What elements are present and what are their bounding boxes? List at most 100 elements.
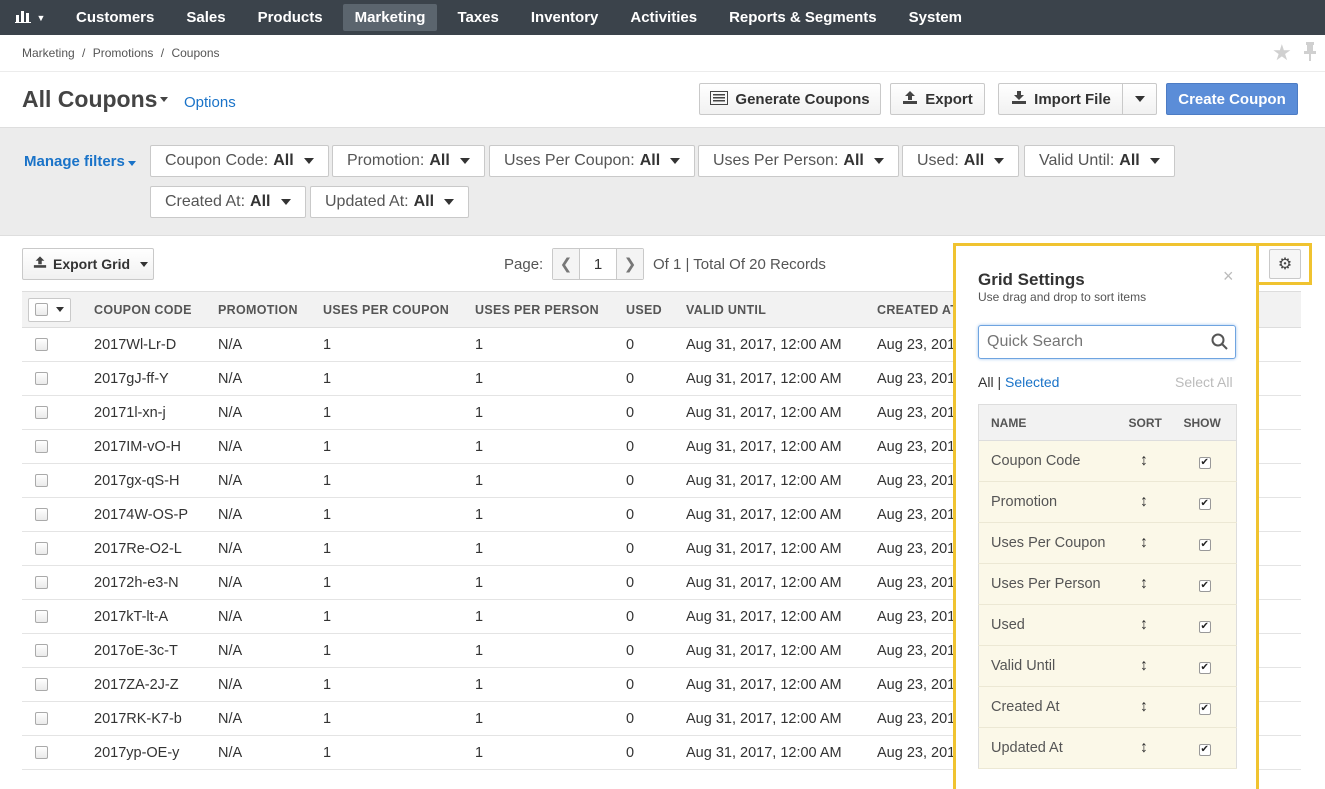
- options-link[interactable]: Options: [184, 94, 236, 111]
- star-icon[interactable]: ★: [1272, 42, 1294, 64]
- show-column-checkbox[interactable]: ✔: [1198, 539, 1211, 551]
- nav-customers[interactable]: Customers: [60, 0, 170, 35]
- row-select-cell: [22, 361, 84, 396]
- search-icon[interactable]: [1211, 333, 1228, 355]
- row-checkbox[interactable]: [35, 746, 48, 760]
- upload-icon: [33, 256, 47, 272]
- valid-until-cell: Aug 31, 2017, 12:00 AM: [676, 599, 867, 634]
- nav-marketing[interactable]: Marketing: [342, 4, 438, 31]
- drag-handle-icon[interactable]: ↕: [1114, 727, 1174, 769]
- gs-header-sort: SORT: [1114, 404, 1174, 441]
- drag-handle-icon[interactable]: ↕: [1114, 563, 1174, 605]
- nav-reports-segments[interactable]: Reports & Segments: [713, 0, 893, 35]
- column-header-uses-per-person[interactable]: USES PER PERSON: [465, 291, 616, 328]
- quick-search-field[interactable]: [978, 325, 1236, 359]
- prev-page-button[interactable]: ❮: [553, 249, 579, 279]
- chevron-down-icon[interactable]: [160, 97, 168, 102]
- column-header-promotion[interactable]: PROMOTION: [208, 291, 313, 328]
- filter-uses-per-coupon[interactable]: Uses Per Coupon: All: [489, 145, 696, 177]
- grid-settings-button[interactable]: ⚙: [1269, 249, 1301, 279]
- gs-column-name: Used: [978, 604, 1115, 646]
- filter-uses-per-person[interactable]: Uses Per Person: All: [698, 145, 899, 177]
- export-button[interactable]: Export: [890, 83, 985, 115]
- row-checkbox[interactable]: [35, 440, 48, 454]
- row-checkbox[interactable]: [35, 338, 48, 352]
- grid-settings-row[interactable]: Uses Per Coupon ↕ ✔: [978, 522, 1237, 564]
- column-header-coupon-code[interactable]: COUPON CODE: [84, 291, 208, 328]
- column-header-uses-per-coupon[interactable]: USES PER COUPON: [313, 291, 465, 328]
- drag-handle-icon[interactable]: ↕: [1114, 522, 1174, 564]
- row-checkbox[interactable]: [35, 576, 48, 590]
- grid-settings-row[interactable]: Coupon Code ↕ ✔: [978, 440, 1237, 482]
- show-column-checkbox[interactable]: ✔: [1198, 662, 1211, 674]
- row-checkbox[interactable]: [35, 678, 48, 692]
- show-column-checkbox[interactable]: ✔: [1198, 498, 1211, 510]
- filter-valid-until[interactable]: Valid Until: All: [1024, 145, 1175, 177]
- next-page-button[interactable]: ❯: [617, 249, 643, 279]
- generate-coupons-button[interactable]: Generate Coupons: [699, 83, 881, 115]
- row-checkbox[interactable]: [35, 474, 48, 488]
- nav-products[interactable]: Products: [242, 0, 339, 35]
- nav-taxes[interactable]: Taxes: [441, 0, 514, 35]
- drag-handle-icon[interactable]: ↕: [1114, 686, 1174, 728]
- nav-activities[interactable]: Activities: [614, 0, 713, 35]
- row-select-cell: [22, 497, 84, 532]
- filter-all-link[interactable]: All: [978, 374, 994, 390]
- filter-used[interactable]: Used: All: [902, 145, 1020, 177]
- grid-settings-row[interactable]: Valid Until ↕ ✔: [978, 645, 1237, 687]
- drag-handle-icon[interactable]: ↕: [1114, 440, 1174, 482]
- grid-settings-row[interactable]: Uses Per Person ↕ ✔: [978, 563, 1237, 605]
- breadcrumb-promotions[interactable]: Promotions: [93, 46, 154, 60]
- filter-promotion[interactable]: Promotion: All: [332, 145, 485, 177]
- show-column-checkbox[interactable]: ✔: [1198, 703, 1211, 715]
- filter-all-selected: All | Selected: [978, 374, 1059, 390]
- column-header-valid-until[interactable]: VALID UNTIL: [676, 291, 867, 328]
- select-all-checkbox[interactable]: [35, 303, 48, 316]
- dashboard-menu-button[interactable]: ▼: [0, 0, 60, 35]
- nav-inventory[interactable]: Inventory: [515, 0, 615, 35]
- show-column-checkbox[interactable]: ✔: [1198, 580, 1211, 592]
- drag-handle-icon[interactable]: ↕: [1114, 481, 1174, 523]
- page-number-input[interactable]: 1: [579, 249, 617, 279]
- import-file-button[interactable]: Import File: [998, 83, 1123, 115]
- show-column-checkbox[interactable]: ✔: [1198, 621, 1211, 633]
- quick-search-input[interactable]: [979, 326, 1199, 358]
- grid-settings-row[interactable]: Used ↕ ✔: [978, 604, 1237, 646]
- grid-settings-header-row: NAME SORT SHOW: [978, 404, 1237, 441]
- select-all-link[interactable]: Select All: [1175, 374, 1233, 390]
- nav-system[interactable]: System: [893, 0, 978, 35]
- pin-icon[interactable]: [1303, 42, 1325, 64]
- create-coupon-button[interactable]: Create Coupon: [1166, 83, 1298, 115]
- show-column-checkbox[interactable]: ✔: [1198, 744, 1211, 756]
- export-grid-button[interactable]: Export Grid: [22, 248, 154, 280]
- manage-filters-link[interactable]: Manage filters: [24, 153, 125, 170]
- nav-sales[interactable]: Sales: [170, 0, 241, 35]
- row-checkbox[interactable]: [35, 610, 48, 624]
- row-checkbox[interactable]: [35, 712, 48, 726]
- breadcrumb: Marketing / Promotions / Coupons: [22, 46, 224, 60]
- row-checkbox[interactable]: [35, 508, 48, 522]
- select-all-dropdown[interactable]: [28, 297, 71, 322]
- coupon-code-cell: 2017kT-lt-A: [84, 599, 208, 634]
- row-checkbox[interactable]: [35, 406, 48, 420]
- chevron-down-icon[interactable]: [128, 161, 136, 166]
- row-checkbox[interactable]: [35, 542, 48, 556]
- breadcrumb-marketing[interactable]: Marketing: [22, 46, 75, 60]
- filter-created-at[interactable]: Created At: All: [150, 186, 306, 218]
- grid-settings-row[interactable]: Created At ↕ ✔: [978, 686, 1237, 728]
- show-column-cell: ✔: [1173, 727, 1237, 769]
- drag-handle-icon[interactable]: ↕: [1114, 645, 1174, 687]
- page-title[interactable]: All Coupons: [22, 86, 157, 113]
- column-header-used[interactable]: USED: [616, 291, 676, 328]
- filter-selected-link[interactable]: Selected: [1005, 374, 1059, 390]
- close-icon[interactable]: ×: [1223, 266, 1234, 287]
- show-column-checkbox[interactable]: ✔: [1198, 457, 1211, 469]
- drag-handle-icon[interactable]: ↕: [1114, 604, 1174, 646]
- filter-coupon-code[interactable]: Coupon Code: All: [150, 145, 329, 177]
- grid-settings-row[interactable]: Updated At ↕ ✔: [978, 727, 1237, 769]
- import-options-button[interactable]: [1122, 83, 1157, 115]
- grid-settings-row[interactable]: Promotion ↕ ✔: [978, 481, 1237, 523]
- row-checkbox[interactable]: [35, 372, 48, 386]
- row-checkbox[interactable]: [35, 644, 48, 658]
- filter-updated-at[interactable]: Updated At: All: [310, 186, 470, 218]
